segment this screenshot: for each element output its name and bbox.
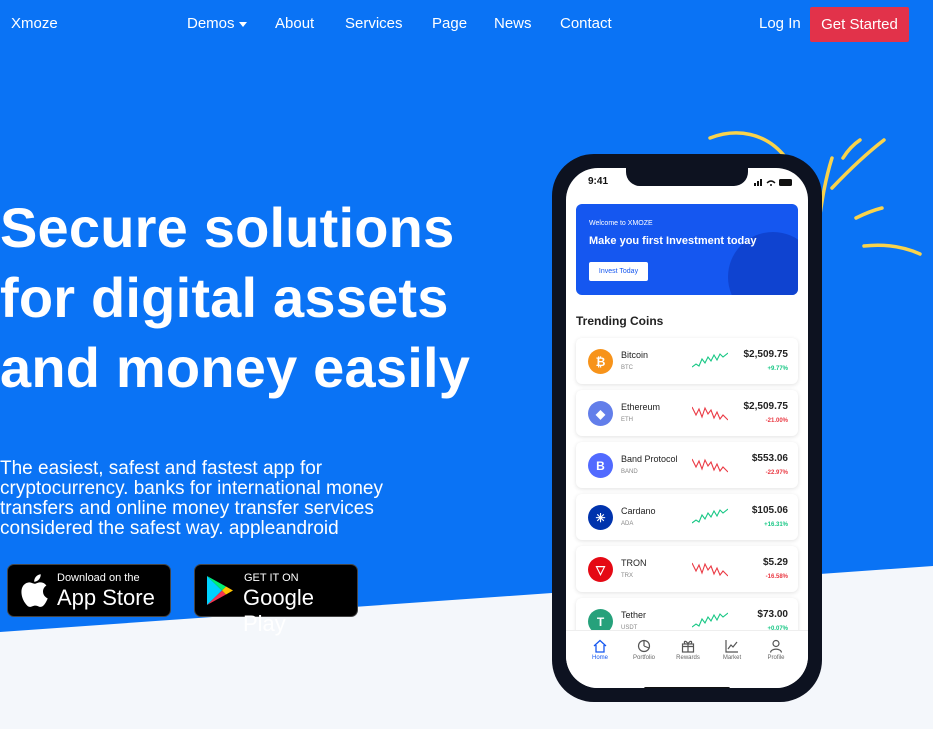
coin-glyph: B bbox=[596, 458, 605, 473]
user-icon bbox=[769, 639, 783, 653]
coin-change: -16.58% bbox=[765, 574, 788, 580]
coin-name: Band Protocol bbox=[621, 454, 678, 464]
sparkline-icon bbox=[692, 406, 728, 421]
coin-name: Ethereum bbox=[621, 402, 661, 412]
status-bar-icon bbox=[754, 179, 792, 186]
coin-price: $105.06 bbox=[751, 505, 788, 516]
sparkline-icon bbox=[692, 352, 728, 368]
app-store-small-text: Download on the bbox=[57, 572, 140, 584]
phone-tab-bar: Home Portfolio Rewards Market Profile bbox=[566, 630, 808, 688]
coin-symbol: ETH bbox=[621, 417, 633, 423]
subtext-line: transfers and online money transfer serv… bbox=[0, 498, 374, 519]
tab-label: Rewards bbox=[676, 655, 700, 661]
coin-change: -22.97% bbox=[765, 470, 788, 476]
app-store-label: App Store bbox=[57, 585, 155, 610]
coin-price: $73.00 bbox=[757, 609, 788, 620]
hero-subtext: The easiest, safest and fastest app for … bbox=[0, 459, 440, 539]
invest-today-button[interactable]: Invest Today bbox=[589, 262, 648, 281]
coin-name: TRON bbox=[621, 558, 647, 568]
coin-logo-icon: B bbox=[588, 453, 613, 478]
coin-glyph: T bbox=[596, 614, 605, 629]
coin-price: $2,509.75 bbox=[743, 401, 789, 412]
coin-row[interactable]: ◆ Ethereum ETH $2,509.75 -21.00% bbox=[576, 390, 798, 436]
coin-price: $553.06 bbox=[751, 453, 788, 464]
coin-price: $2,509.75 bbox=[743, 349, 789, 360]
nav-demos[interactable]: Demos bbox=[187, 15, 247, 32]
sparkline-icon bbox=[692, 508, 728, 524]
tab-home[interactable]: Home bbox=[580, 639, 620, 661]
subtext-line: The easiest, safest and fastest app for bbox=[0, 458, 323, 479]
apple-icon bbox=[21, 574, 48, 607]
coin-change: -21.00% bbox=[765, 418, 788, 424]
coin-row[interactable]: B Band Protocol BAND $553.06 -22.97% bbox=[576, 442, 798, 488]
tab-portfolio[interactable]: Portfolio bbox=[624, 639, 664, 661]
headline-line: and money easily bbox=[0, 336, 471, 399]
tab-rewards[interactable]: Rewards bbox=[668, 639, 708, 661]
login-link[interactable]: Log In bbox=[759, 15, 801, 32]
coin-symbol: BAND bbox=[621, 469, 638, 475]
home-indicator bbox=[644, 687, 730, 688]
coin-symbol: ADA bbox=[621, 521, 634, 527]
coin-logo-icon: ◆ bbox=[588, 401, 613, 426]
sparkline-icon bbox=[692, 458, 728, 473]
nav-services[interactable]: Services bbox=[345, 15, 403, 32]
headline-line: Secure solutions bbox=[0, 196, 455, 259]
subtext-line: considered the safest way. appleandroid bbox=[0, 518, 339, 539]
nav-about[interactable]: About bbox=[275, 15, 314, 32]
coin-logo-icon: ✳ bbox=[588, 505, 613, 530]
coin-row[interactable]: ✳ Cardano ADA $105.06 +16.31% bbox=[576, 494, 798, 540]
trending-coins-title: Trending Coins bbox=[576, 314, 664, 328]
phone-notch bbox=[626, 168, 748, 186]
coin-glyph: ◆ bbox=[595, 406, 606, 421]
coin-name: Tether bbox=[621, 610, 647, 620]
coin-change: +9.77% bbox=[767, 366, 788, 372]
home-icon bbox=[593, 639, 607, 653]
hero-headline: Secure solutions for digital assets and … bbox=[0, 193, 520, 403]
phone-mockup: 9:41 Welcome to XMOZE Make you first Inv… bbox=[552, 154, 822, 702]
coin-glyph: ₿ bbox=[595, 354, 606, 369]
tab-label: Home bbox=[591, 655, 608, 661]
sparkline-icon bbox=[692, 562, 728, 577]
tab-market[interactable]: Market bbox=[712, 639, 752, 661]
market-chart-icon bbox=[725, 640, 738, 653]
tab-label: Market bbox=[722, 655, 742, 661]
chevron-down-icon bbox=[238, 21, 247, 27]
coin-name: Bitcoin bbox=[621, 350, 649, 360]
gift-icon bbox=[681, 640, 695, 653]
promo-welcome: Welcome to XMOZE bbox=[589, 220, 653, 227]
coin-symbol: TRX bbox=[621, 573, 633, 579]
coin-symbol: BTC bbox=[621, 365, 633, 371]
coin-logo-icon: ₿ bbox=[588, 349, 613, 374]
status-time: 9:41 bbox=[588, 176, 609, 187]
coin-change: +16.31% bbox=[764, 522, 788, 528]
google-play-icon bbox=[207, 576, 233, 605]
tab-profile[interactable]: Profile bbox=[756, 639, 796, 661]
pie-chart-icon bbox=[637, 639, 651, 653]
nav-contact[interactable]: Contact bbox=[560, 15, 612, 32]
tab-label: Portfolio bbox=[632, 655, 655, 661]
promo-title: Make you first Investment today bbox=[589, 235, 757, 247]
tab-label: Profile bbox=[767, 655, 785, 661]
promo-banner: Welcome to XMOZE Make you first Investme… bbox=[576, 204, 798, 295]
top-navbar: Xmoze Demos About Services Page News Con… bbox=[0, 0, 933, 48]
nav-news[interactable]: News bbox=[494, 15, 532, 32]
coin-glyph: ▽ bbox=[595, 562, 606, 577]
coin-price: $5.29 bbox=[762, 557, 788, 568]
coin-row[interactable]: ₿ Bitcoin BTC $2,509.75 +9.77% bbox=[576, 338, 798, 384]
coin-row[interactable]: ▽ TRON TRX $5.29 -16.58% bbox=[576, 546, 798, 592]
google-play-label: Google Play bbox=[243, 585, 314, 636]
get-started-button[interactable]: Get Started bbox=[810, 7, 909, 42]
coin-glyph: ✳ bbox=[595, 510, 606, 525]
subtext-line: cryptocurrency. banks for international … bbox=[0, 478, 383, 499]
google-play-button[interactable]: GET IT ON Google Play bbox=[194, 564, 358, 636]
coin-name: Cardano bbox=[621, 506, 656, 516]
coin-logo-icon: ▽ bbox=[588, 557, 613, 582]
sparkline-icon bbox=[692, 612, 728, 628]
phone-screen: 9:41 Welcome to XMOZE Make you first Inv… bbox=[566, 168, 808, 688]
headline-line: for digital assets bbox=[0, 266, 449, 329]
brand-logo[interactable]: Xmoze bbox=[11, 15, 58, 32]
app-store-button[interactable]: Download on the App Store bbox=[7, 564, 171, 617]
google-play-small-text: GET IT ON bbox=[244, 572, 299, 584]
nav-page[interactable]: Page bbox=[432, 15, 467, 32]
